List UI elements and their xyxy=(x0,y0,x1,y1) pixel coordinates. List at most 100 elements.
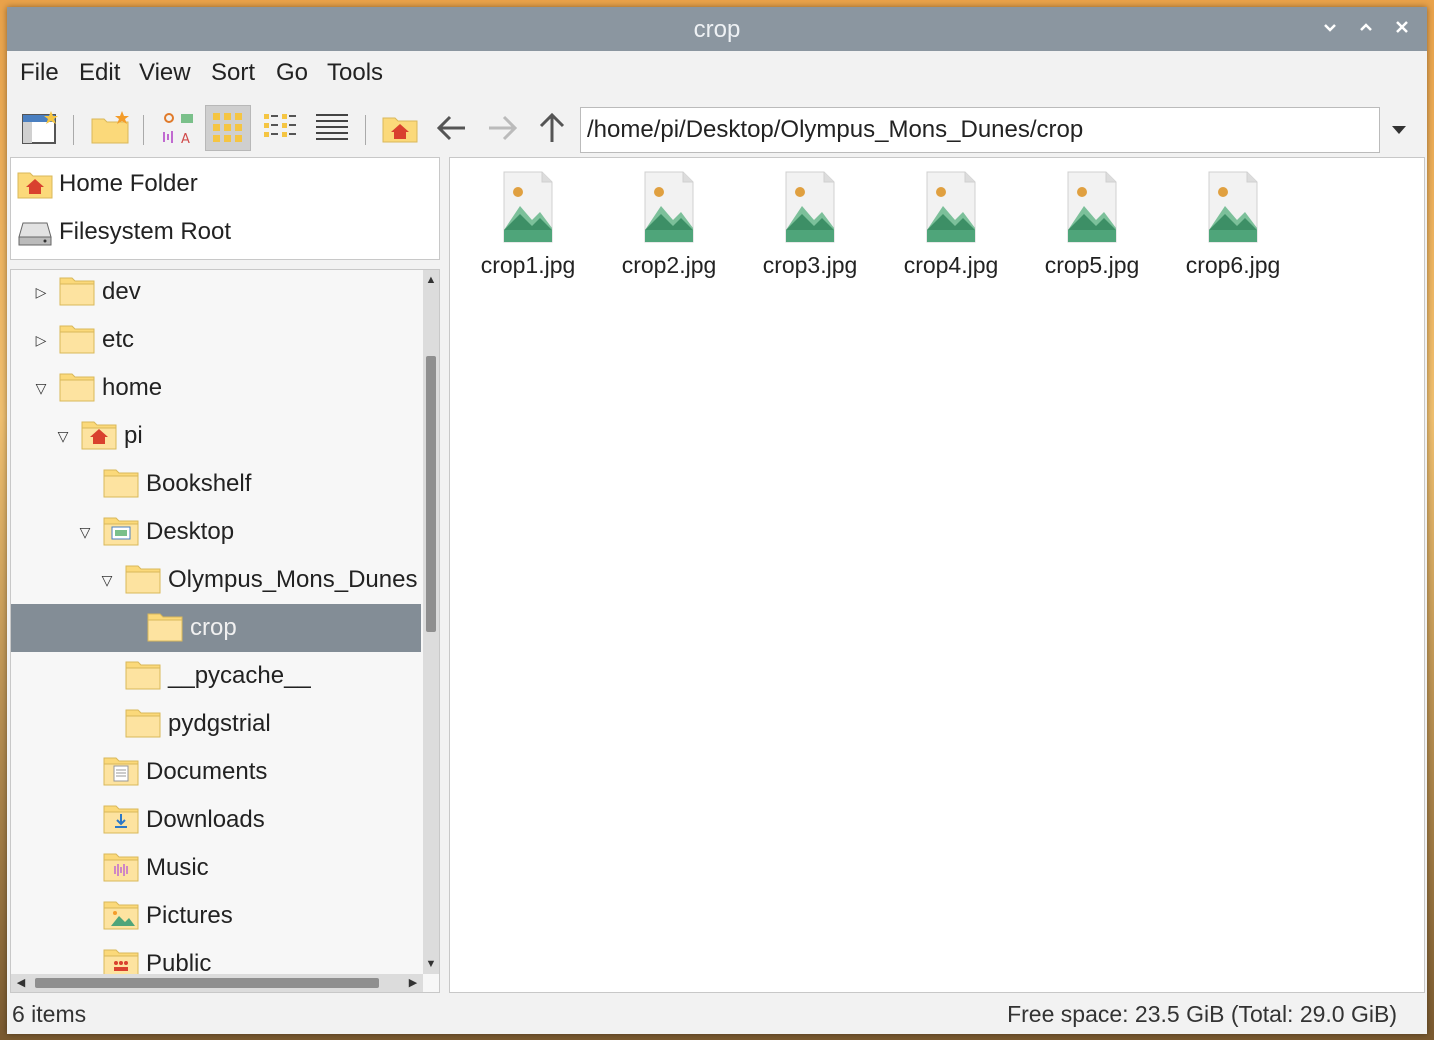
new-folder-button[interactable] xyxy=(87,105,133,151)
chevron-down-icon xyxy=(1392,126,1406,134)
tree-item[interactable]: Bookshelf xyxy=(11,460,421,508)
close-icon xyxy=(1396,21,1408,33)
tree-item[interactable]: Downloads xyxy=(11,796,421,844)
menu-sort[interactable]: Sort xyxy=(211,51,255,97)
menu-go[interactable]: Go xyxy=(276,51,308,97)
pictures-folder-icon xyxy=(103,901,139,930)
location-dropdown-button[interactable] xyxy=(1385,115,1413,145)
scroll-right-arrow-icon[interactable]: ▶ xyxy=(405,974,421,992)
toolbar-separator xyxy=(73,115,74,145)
file-item[interactable]: crop6.jpg xyxy=(1173,166,1293,286)
location-input[interactable] xyxy=(580,107,1380,153)
close-button[interactable] xyxy=(1387,13,1417,45)
image-file-icon xyxy=(785,171,835,243)
toolbar: A xyxy=(7,97,1427,159)
scrollbar-thumb[interactable] xyxy=(426,356,436,632)
collapsed-arrow-icon[interactable]: ▷ xyxy=(31,280,51,304)
folder-icon xyxy=(59,277,95,306)
new-window-icon xyxy=(22,111,58,144)
item-count: 6 items xyxy=(12,1001,87,1027)
tree-item[interactable]: ▷ etc xyxy=(11,316,421,364)
menu-edit[interactable]: Edit xyxy=(79,51,120,97)
svg-text:A: A xyxy=(181,132,190,146)
title-bar[interactable]: crop xyxy=(7,7,1427,51)
tree-item[interactable]: ▽ Olympus_Mons_Dunes xyxy=(11,556,421,604)
file-view[interactable]: crop1.jpg crop2.jpg crop3.jpg crop4.jpg crop… xyxy=(449,157,1425,993)
tree-item-label: Downloads xyxy=(146,806,265,833)
tree-item[interactable]: Pictures xyxy=(11,892,421,940)
file-item[interactable]: crop5.jpg xyxy=(1032,166,1152,286)
place-label: Filesystem Root xyxy=(59,218,232,245)
menu-tools[interactable]: Tools xyxy=(327,51,383,97)
tree-item[interactable]: ▽ home xyxy=(11,364,421,412)
folder-icon xyxy=(125,661,161,690)
tree-item-label: dev xyxy=(102,278,141,305)
view-list-button[interactable] xyxy=(309,105,355,151)
tree-item-label: __pycache__ xyxy=(168,662,311,689)
desktop-folder-icon xyxy=(103,517,139,546)
scrollbar-thumb[interactable] xyxy=(35,978,379,988)
documents-folder-icon xyxy=(103,757,139,786)
home-button[interactable] xyxy=(377,105,423,151)
back-button[interactable] xyxy=(429,105,475,151)
new-window-button[interactable] xyxy=(17,105,63,151)
image-file-icon xyxy=(1067,171,1117,243)
menu-view[interactable]: View xyxy=(139,51,191,97)
expanded-arrow-icon[interactable]: ▽ xyxy=(97,568,117,592)
folder-icon xyxy=(125,565,161,594)
up-button[interactable] xyxy=(529,105,575,151)
tree-item[interactable]: crop xyxy=(11,604,421,652)
music-folder-icon xyxy=(103,853,139,882)
file-item[interactable]: crop2.jpg xyxy=(609,166,729,286)
tree-item-label: pydgstrial xyxy=(168,710,271,737)
image-file-icon xyxy=(503,171,553,243)
forward-button[interactable] xyxy=(479,105,525,151)
tree-item[interactable]: Documents xyxy=(11,748,421,796)
place-home-folder[interactable]: Home Folder xyxy=(11,160,439,208)
tree-item[interactable]: Music xyxy=(11,844,421,892)
tree-item[interactable]: pydgstrial xyxy=(11,700,421,748)
maximize-button[interactable] xyxy=(1351,13,1381,45)
scroll-left-arrow-icon[interactable]: ◀ xyxy=(13,974,29,992)
tree-vertical-scrollbar[interactable]: ▲ ▼ xyxy=(423,270,439,974)
expanded-arrow-icon[interactable]: ▽ xyxy=(75,520,95,544)
place-filesystem-root[interactable]: Filesystem Root xyxy=(11,208,439,256)
tree-item-label: home xyxy=(102,374,163,401)
view-compact-button[interactable] xyxy=(257,105,303,151)
tree-item[interactable]: __pycache__ xyxy=(11,652,421,700)
folder-icon xyxy=(147,613,183,642)
toolbar-separator xyxy=(143,115,144,145)
minimize-button[interactable] xyxy=(1315,13,1345,45)
view-thumbnails-button[interactable] xyxy=(205,105,251,151)
tree-item-label: Desktop xyxy=(146,518,235,545)
file-item[interactable]: crop4.jpg xyxy=(891,166,1011,286)
tree-item-label: pi xyxy=(124,422,143,449)
file-name: crop4.jpg xyxy=(903,252,999,278)
tree-item[interactable]: ▷ dev xyxy=(11,270,421,316)
tree-item-label: Olympus_Mons_Dunes xyxy=(168,566,418,593)
expanded-arrow-icon[interactable]: ▽ xyxy=(53,424,73,448)
tree-horizontal-scrollbar[interactable]: ◀ ▶ xyxy=(11,974,423,992)
view-icons-button[interactable]: A xyxy=(155,105,201,151)
file-name: crop2.jpg xyxy=(621,252,717,278)
list-view-icon xyxy=(316,114,348,140)
menu-bar: File Edit View Sort Go Tools xyxy=(7,51,1427,97)
tree-item[interactable]: ▽ Desktop xyxy=(11,508,421,556)
file-item[interactable]: crop3.jpg xyxy=(750,166,870,286)
place-label: Home Folder xyxy=(59,170,198,197)
scroll-up-arrow-icon[interactable]: ▲ xyxy=(423,272,439,288)
tree-item[interactable]: ▽ pi xyxy=(11,412,421,460)
icon-view-icon: A xyxy=(163,113,193,146)
free-space: Free space: 23.5 GiB (Total: 29.0 GiB) xyxy=(1007,1001,1397,1027)
expanded-arrow-icon[interactable]: ▽ xyxy=(31,376,51,400)
file-name: crop1.jpg xyxy=(480,252,576,278)
file-item[interactable]: crop1.jpg xyxy=(468,166,588,286)
scroll-down-arrow-icon[interactable]: ▼ xyxy=(423,956,439,972)
collapsed-arrow-icon[interactable]: ▷ xyxy=(31,328,51,352)
menu-file[interactable]: File xyxy=(20,51,59,97)
file-name: crop5.jpg xyxy=(1044,252,1140,278)
compact-view-icon xyxy=(264,114,296,137)
status-bar: 6 items Free space: 23.5 GiB (Total: 29.… xyxy=(7,997,1427,1033)
directory-tree: ▷ dev ▷ etc ▽ home ▽ pi Bookshelf ▽ Desktop ▽ Olympu… xyxy=(10,269,440,993)
tree-item-label: crop xyxy=(190,614,237,641)
